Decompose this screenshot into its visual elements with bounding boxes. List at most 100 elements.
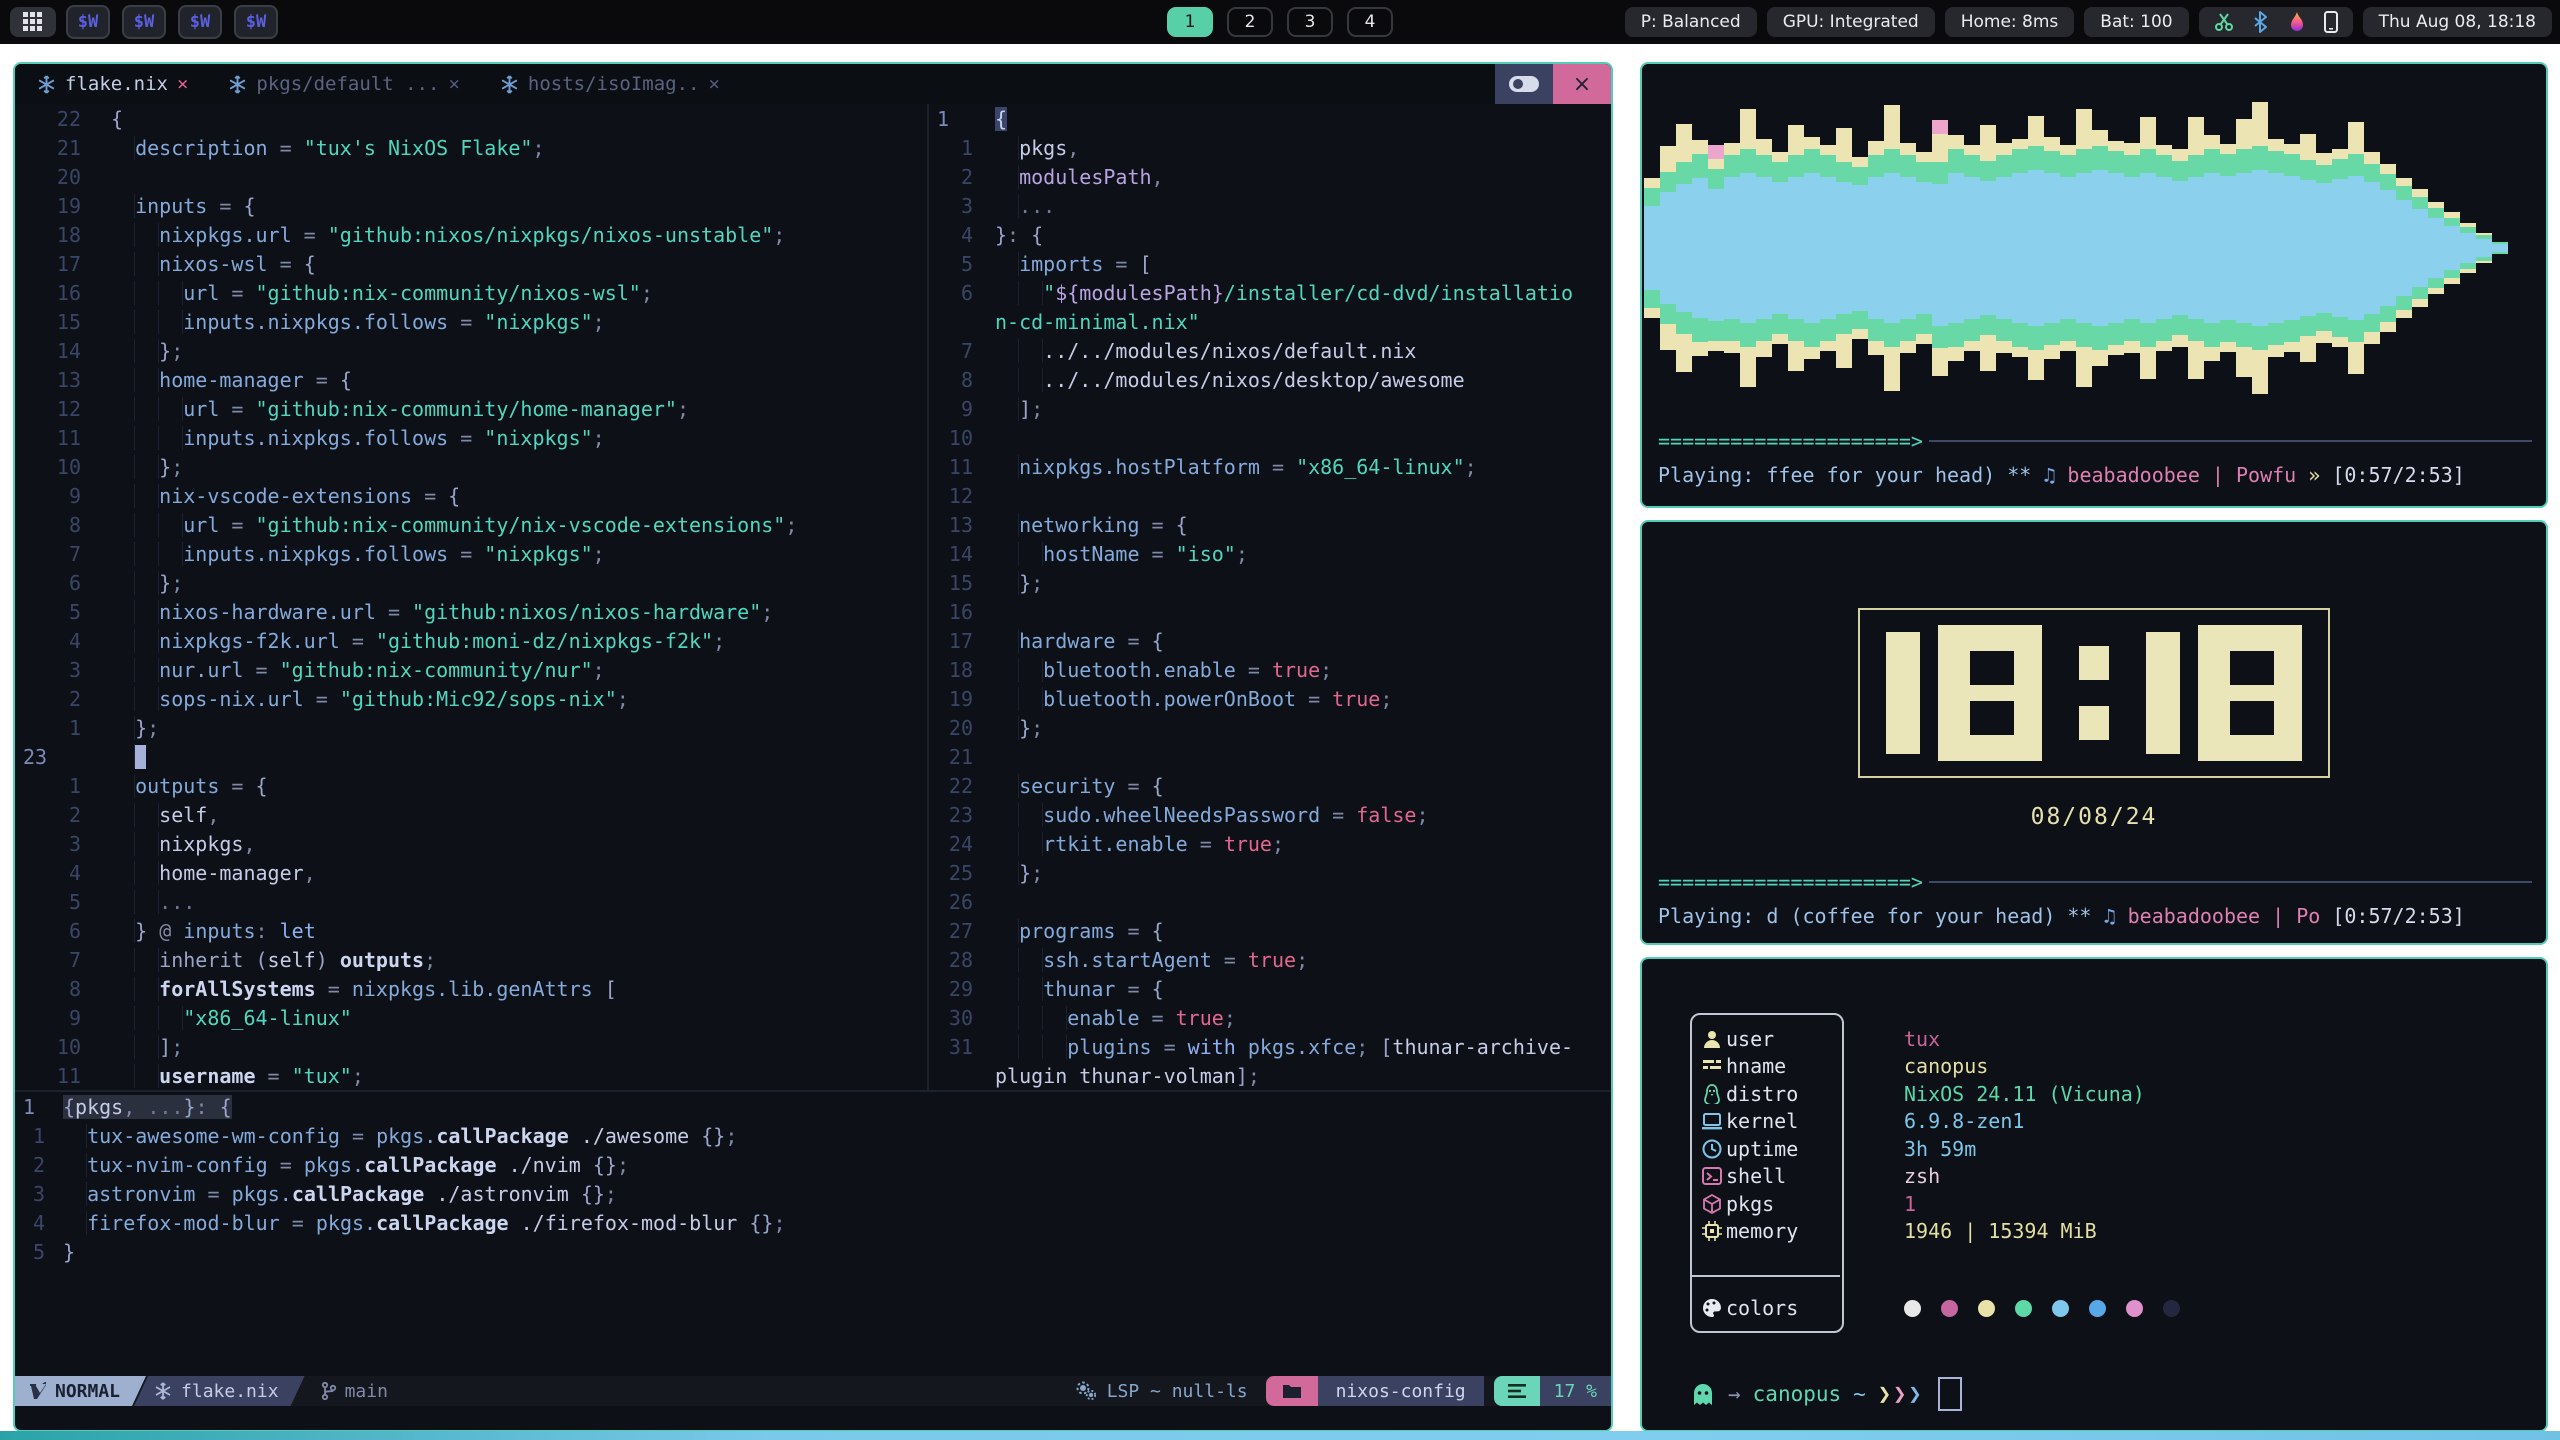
command-line[interactable] xyxy=(15,1406,1611,1430)
lsp-text: LSP ~ null-ls xyxy=(1107,1381,1248,1402)
tab-hosts-isoImag-[interactable]: hosts/isoImag..× xyxy=(478,64,738,104)
buffer-flake-nix[interactable]: 22{21 description = "tux's NixOS Flake";… xyxy=(15,104,929,1090)
code-line: 13 home-manager = { xyxy=(15,365,927,394)
tag-4[interactable]: 4 xyxy=(1347,7,1393,37)
code-text: description = "tux's NixOS Flake"; xyxy=(111,136,545,160)
code-line: 6 "${modulesPath}/installer/cd-dvd/insta… xyxy=(929,278,1611,307)
screenshot-icon[interactable] xyxy=(2213,11,2235,33)
viz-column xyxy=(1676,124,1692,372)
digital-clock xyxy=(1858,608,2330,778)
project-name: nixos-config xyxy=(1318,1376,1484,1406)
editor-tabline: flake.nix×pkgs/default ...×hosts/isoImag… xyxy=(15,64,1611,104)
color-dot xyxy=(2089,1300,2106,1317)
buffer-iso-image[interactable]: 1{1 pkgs,2 modulesPath,3 ...4}: {5 impor… xyxy=(929,104,1611,1090)
code-line: 6 } @ inputs: let xyxy=(15,916,927,945)
code-text: forAllSystems = nixpkgs.lib.genAttrs [ xyxy=(111,977,617,1001)
workspace-button[interactable]: $W xyxy=(234,5,278,39)
viz-column xyxy=(2108,141,2124,355)
code-line: 31 plugins = with pkgs.xfce; [thunar-arc… xyxy=(929,1032,1611,1061)
code-line: 3 nixpkgs, xyxy=(15,829,927,858)
line-number: 25 xyxy=(929,861,973,885)
code-text: }; xyxy=(111,716,159,740)
line-number: 1 xyxy=(929,107,995,131)
code-text: home-manager = { xyxy=(111,368,352,392)
code-line: 1 tux-awesome-wm-config = pkgs.callPacka… xyxy=(15,1121,1611,1150)
code-line: 16 xyxy=(929,597,1611,626)
line-number: 2 xyxy=(15,803,81,827)
viz-column xyxy=(2284,144,2300,352)
nix-snowflake-icon xyxy=(37,75,56,94)
line-number: 19 xyxy=(15,194,81,218)
code-text: ../../modules/nixos/desktop/awesome xyxy=(995,368,1465,392)
clock-colon xyxy=(2079,625,2109,761)
window-toggle-button[interactable] xyxy=(1495,64,1553,104)
fetch-row: pkgs1 xyxy=(1702,1190,2145,1218)
window-close-button[interactable]: × xyxy=(1553,64,1611,104)
line-number: 28 xyxy=(929,948,973,972)
tag-1[interactable]: 1 xyxy=(1167,7,1213,37)
viz-column xyxy=(1756,139,1772,357)
code-line: 1 }; xyxy=(15,713,927,742)
code-text: url = "github:nix-community/nix-vscode-e… xyxy=(111,513,797,537)
tag-2[interactable]: 2 xyxy=(1227,7,1273,37)
viz-column xyxy=(2204,135,2220,361)
code-text: nixpkgs-f2k.url = "github:moni-dz/nixpkg… xyxy=(111,629,725,653)
phone-icon[interactable] xyxy=(2323,11,2339,33)
code-text: plugins = with pkgs.xfce; [thunar-archiv… xyxy=(995,1035,1573,1059)
fetch-row: distroNixOS 24.11 (Vicuna) xyxy=(1702,1080,2145,1108)
tab-flake-nix[interactable]: flake.nix× xyxy=(15,64,206,104)
line-number: 6 xyxy=(929,281,973,305)
workspace-button[interactable]: $W xyxy=(66,5,110,39)
tab-pkgs-default-[interactable]: pkgs/default ...× xyxy=(206,64,477,104)
viz-column xyxy=(1708,145,1724,351)
viz-column xyxy=(1740,109,1756,387)
shell-prompt[interactable]: → canopus ~ ❯❯❯ xyxy=(1690,1377,1962,1411)
line-number: 12 xyxy=(929,484,973,508)
line-number: 26 xyxy=(929,890,973,914)
buffer-pkgs-default[interactable]: 1{pkgs, ...}: {1 tux-awesome-wm-config =… xyxy=(15,1090,1611,1268)
clock-digit-8 xyxy=(2198,625,2302,761)
code-line: 9 nix-vscode-extensions = { xyxy=(15,481,927,510)
fetch-row: kernel6.9.8-zen1 xyxy=(1702,1108,2145,1136)
color-dot xyxy=(1978,1300,1995,1317)
code-text: nixpkgs, xyxy=(111,832,256,856)
code-text: plugin thunar-volman]; xyxy=(995,1064,1260,1088)
code-line: 15 inputs.nixpkgs.follows = "nixpkgs"; xyxy=(15,307,927,336)
viz-column xyxy=(2428,202,2444,294)
code-text: }; xyxy=(995,861,1043,885)
tab-close-icon[interactable]: × xyxy=(708,73,719,95)
prompt-chevrons: ❯❯❯ xyxy=(1878,1382,1922,1407)
bluetooth-icon[interactable] xyxy=(2251,11,2271,33)
code-text: sudo.wheelNeedsPassword = false; xyxy=(995,803,1429,827)
eq-text-2: =====================> xyxy=(1658,870,1923,894)
code-text: inputs.nixpkgs.follows = "nixpkgs"; xyxy=(111,426,605,450)
code-line: 21 description = "tux's NixOS Flake"; xyxy=(15,133,927,162)
viz-column xyxy=(2316,153,2332,343)
status-pill: GPU: Integrated xyxy=(1767,7,1935,37)
workspace-button[interactable]: $W xyxy=(122,5,166,39)
code-line: 5 ... xyxy=(15,887,927,916)
fetch-value: 6.9.8-zen1 xyxy=(1904,1109,2024,1133)
code-text: pkgs, xyxy=(995,136,1079,160)
fire-icon[interactable] xyxy=(2287,11,2307,33)
tag-3[interactable]: 3 xyxy=(1287,7,1333,37)
git-branch: main xyxy=(321,1381,388,1402)
code-text: thunar = { xyxy=(995,977,1164,1001)
tab-close-icon[interactable]: × xyxy=(177,73,188,95)
layout-grid-button[interactable] xyxy=(10,7,56,37)
workspace-button[interactable]: $W xyxy=(178,5,222,39)
code-text: rtkit.enable = true; xyxy=(995,832,1284,856)
fetch-label: pkgs xyxy=(1726,1192,1846,1216)
fetch-row: usertux xyxy=(1702,1025,2145,1053)
code-line: 3 astronvim = pkgs.callPackage ./astronv… xyxy=(15,1179,1611,1208)
tab-close-icon[interactable]: × xyxy=(448,73,459,95)
line-number: 4 xyxy=(15,861,81,885)
line-number: 8 xyxy=(15,513,81,537)
code-line: 19 inputs = { xyxy=(15,191,927,220)
code-line: 1 outputs = { xyxy=(15,771,927,800)
terminal-window[interactable]: usertuxhnamecanopusdistroNixOS 24.11 (Vi… xyxy=(1640,957,2548,1432)
fetch-row: uptime3h 59m xyxy=(1702,1135,2145,1163)
line-number: 1 xyxy=(15,1095,63,1119)
prompt-chevron: ❯ xyxy=(1878,1382,1891,1407)
code-text: }; xyxy=(111,455,183,479)
